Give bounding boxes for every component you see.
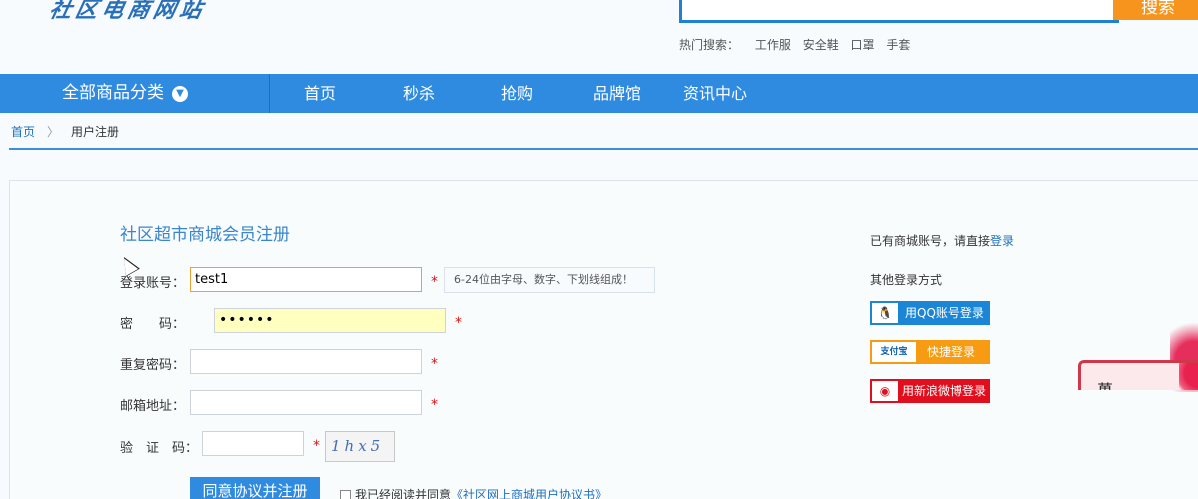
nav-item-flash-sale[interactable]: 秒杀 — [403, 74, 435, 113]
nav-item-brands[interactable]: 品牌馆 — [593, 74, 641, 113]
breadcrumb-home[interactable]: 首页 — [11, 125, 35, 139]
have-account-text: 已有商城账号，请直接登录 — [870, 232, 1014, 249]
confirm-password-label: 重复密码： — [120, 358, 186, 373]
breadcrumb-current: 用户注册 — [71, 125, 120, 139]
hot-term-link[interactable]: 口罩 — [851, 38, 875, 52]
agree-register-button[interactable]: 同意协议并注册 — [190, 477, 320, 499]
promo-banner[interactable]: 萬 — [1078, 360, 1198, 390]
all-categories-menu[interactable]: 全部商品分类 ▼ — [0, 74, 270, 113]
alipay-login-button[interactable]: 支付宝 快捷登录 — [870, 340, 990, 364]
search-input[interactable] — [679, 0, 1119, 23]
required-mark: * — [431, 356, 438, 372]
captcha-input[interactable] — [202, 431, 304, 456]
registration-title: 社区超市商城会员注册 — [120, 225, 290, 245]
hot-term-link[interactable]: 工作服 — [755, 38, 791, 52]
weibo-icon: ◉ — [872, 381, 898, 401]
breadcrumb-divider — [9, 148, 1198, 150]
nav-item-home[interactable]: 首页 — [304, 74, 336, 113]
confirm-password-input[interactable] — [190, 349, 422, 374]
alipay-login-label: 快捷登录 — [927, 345, 976, 359]
agree-text: 我已经阅读并同意 — [355, 488, 452, 499]
alipay-logo-icon: 支付宝 — [872, 342, 916, 362]
agree-checkbox[interactable] — [340, 490, 351, 499]
required-mark: * — [431, 397, 438, 413]
weibo-login-label: 用新浪微博登录 — [902, 384, 987, 398]
required-mark: * — [431, 274, 438, 290]
captcha-image[interactable]: 1hx5 — [325, 431, 395, 462]
agreement-link[interactable]: 《社区网上商城用户协议书》 — [451, 488, 607, 499]
account-hint: 6-24位由字母、数字、下划线组成！ — [444, 267, 655, 293]
main-nav: 全部商品分类 ▼ 首页 秒杀 抢购 品牌馆 资讯中心 — [0, 74, 1198, 113]
login-link[interactable]: 登录 — [990, 234, 1014, 248]
promo-text: 萬 — [1097, 377, 1113, 390]
agreement-row: 我已经阅读并同意《社区网上商城用户协议书》 — [340, 486, 607, 499]
registration-page: 社区电商网站 搜索 热门搜索： 工作服 安全鞋 口罩 手套 全部商品分类 ▼ 首页… — [0, 0, 1198, 499]
have-account-label: 已有商城账号，请直接 — [870, 234, 991, 248]
required-mark: * — [455, 315, 462, 331]
site-logo[interactable]: 社区电商网站 — [47, 0, 210, 24]
qq-login-button[interactable]: 🐧 用QQ账号登录 — [870, 301, 990, 325]
chevron-down-icon: ▼ — [172, 86, 188, 102]
account-input[interactable]: test1 — [190, 267, 422, 292]
nav-item-rush-buy[interactable]: 抢购 — [501, 74, 533, 113]
qq-penguin-icon: 🐧 — [872, 303, 898, 323]
heart-icon — [1179, 363, 1198, 390]
account-label: 登录账号： — [120, 276, 186, 291]
hot-search-label: 热门搜索： — [679, 38, 740, 52]
qq-login-label: 用QQ账号登录 — [905, 306, 984, 320]
nav-item-news[interactable]: 资讯中心 — [683, 74, 747, 113]
captcha-label: 验 证 码： — [120, 441, 199, 456]
all-categories-label: 全部商品分类 — [62, 83, 164, 103]
password-label: 密 码： — [120, 317, 186, 332]
hot-term-link[interactable]: 手套 — [886, 38, 910, 52]
email-input[interactable] — [190, 390, 422, 415]
email-label: 邮箱地址： — [120, 399, 186, 414]
search-button[interactable]: 搜索 — [1113, 0, 1198, 20]
weibo-login-button[interactable]: ◉ 用新浪微博登录 — [870, 379, 990, 403]
hot-term-link[interactable]: 安全鞋 — [803, 38, 839, 52]
breadcrumb: 首页〉用户注册 — [11, 123, 119, 140]
password-input[interactable]: •••••• — [214, 308, 446, 333]
hot-search: 热门搜索： 工作服 安全鞋 口罩 手套 — [679, 36, 918, 53]
breadcrumb-separator: 〉 — [47, 125, 60, 139]
other-login-label: 其他登录方式 — [870, 273, 943, 287]
required-mark: * — [313, 438, 320, 454]
